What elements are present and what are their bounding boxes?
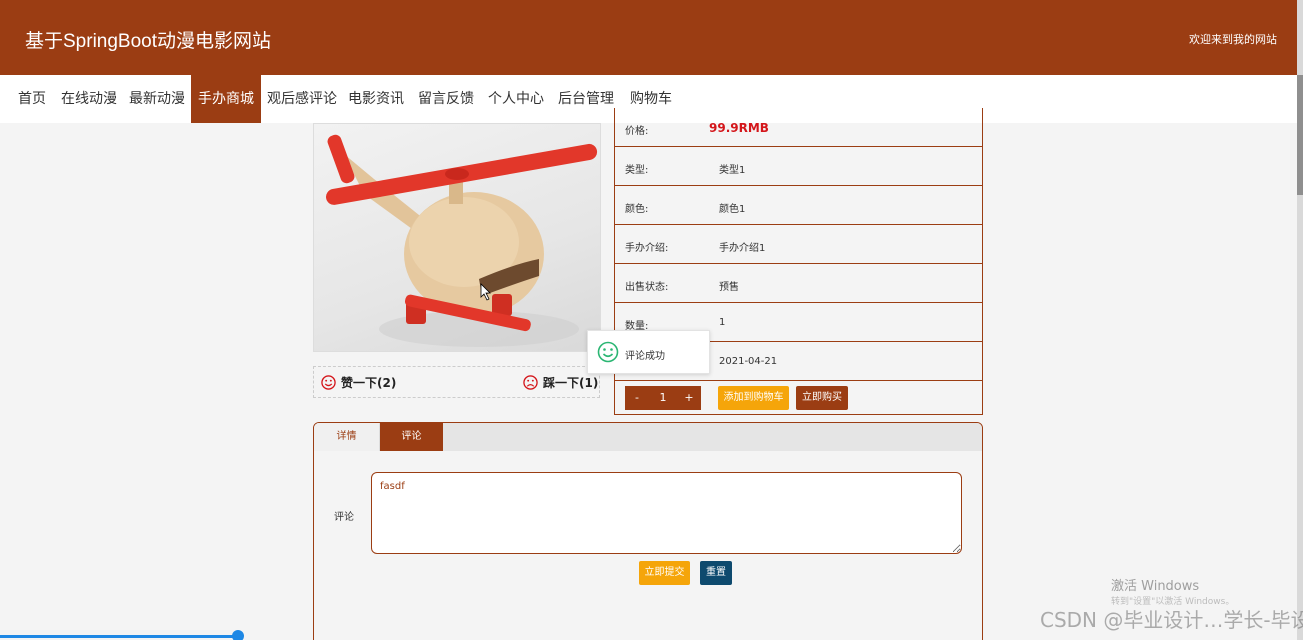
price-label: 价格: <box>625 126 649 137</box>
success-toast: 评论成功 <box>587 330 710 374</box>
like-label: 赞一下(2) <box>341 376 397 390</box>
dislike-label: 踩一下(1) <box>543 376 599 390</box>
color-label: 颜色: <box>625 204 649 215</box>
submit-comment-button[interactable]: 立即提交 <box>639 561 690 585</box>
smile-icon <box>321 375 336 390</box>
detail-tab-panel: 详情 评论 评论 fasdf 立即提交 重置 <box>313 422 983 640</box>
info-row-description: 手办介绍: 手办介绍1 <box>614 225 983 264</box>
quantity-value: 1 <box>719 317 726 328</box>
price-value: 99.9RMB <box>709 121 769 135</box>
wooden-toy-helicopter-image <box>326 134 598 347</box>
video-progress-track[interactable] <box>0 635 240 638</box>
site-header: 基于SpringBoot动漫电影网站 欢迎来到我的网站 <box>0 0 1297 75</box>
info-row-type: 类型: 类型1 <box>614 147 983 186</box>
like-button[interactable]: 赞一下(2) <box>321 374 396 391</box>
nav-item-reviews[interactable]: 观后感评论 <box>263 75 341 123</box>
tab-details[interactable]: 详情 <box>314 423 380 451</box>
nav-item-home[interactable]: 首页 <box>10 75 54 123</box>
dislike-button[interactable]: 踩一下(1) <box>523 374 598 391</box>
csdn-watermark: CSDN @毕业设计…学长-毕设 <box>1040 608 1303 632</box>
welcome-text: 欢迎来到我的网站 <box>1189 33 1277 46</box>
date-value: 2021-04-21 <box>719 356 778 367</box>
nav-item-latest-anime[interactable]: 最新动漫 <box>124 75 190 123</box>
scrollbar-thumb[interactable] <box>1297 75 1303 195</box>
tab-bar: 详情 评论 <box>314 423 982 451</box>
type-value: 类型1 <box>719 165 746 176</box>
color-value: 颜色1 <box>719 204 746 215</box>
type-label: 类型: <box>625 165 649 176</box>
qty-plus-button[interactable]: + <box>677 386 701 410</box>
info-row-price: 价格: 99.9RMB <box>614 108 983 147</box>
nav-item-online-anime[interactable]: 在线动漫 <box>56 75 122 123</box>
buy-now-button[interactable]: 立即购买 <box>796 386 848 410</box>
qty-minus-button[interactable]: - <box>625 386 649 410</box>
toast-text: 评论成功 <box>625 351 665 362</box>
smile-icon <box>597 341 619 363</box>
page-scrollbar[interactable] <box>1297 0 1303 640</box>
product-image <box>313 123 601 352</box>
nav-item-feedback[interactable]: 留言反馈 <box>411 75 481 123</box>
tab-comments[interactable]: 评论 <box>380 423 443 451</box>
nav-item-movie-news[interactable]: 电影资讯 <box>343 75 409 123</box>
description-value: 手办介绍1 <box>719 243 766 254</box>
nav-item-admin[interactable]: 后台管理 <box>551 75 621 123</box>
nav-item-figure-mall[interactable]: 手办商城 <box>191 75 261 123</box>
comment-textarea[interactable]: fasdf <box>371 472 962 554</box>
reset-button[interactable]: 重置 <box>700 561 732 585</box>
sale-status-value: 预售 <box>719 282 739 293</box>
qty-input[interactable]: 1 <box>649 386 677 410</box>
windows-activation-title: 激活 Windows <box>1111 579 1200 594</box>
video-progress-knob[interactable] <box>232 630 244 640</box>
info-row-sale-status: 出售状态: 预售 <box>614 264 983 303</box>
nav-item-profile[interactable]: 个人中心 <box>483 75 549 123</box>
add-to-cart-button[interactable]: 添加到购物车 <box>718 386 789 410</box>
sale-status-label: 出售状态: <box>625 282 669 293</box>
info-row-color: 颜色: 颜色1 <box>614 186 983 225</box>
sad-face-icon <box>523 375 538 390</box>
description-label: 手办介绍: <box>625 243 669 254</box>
site-title[interactable]: 基于SpringBoot动漫电影网站 <box>25 26 271 53</box>
vote-box: 赞一下(2) 踩一下(1) <box>313 366 600 398</box>
comment-label: 评论 <box>334 512 354 523</box>
